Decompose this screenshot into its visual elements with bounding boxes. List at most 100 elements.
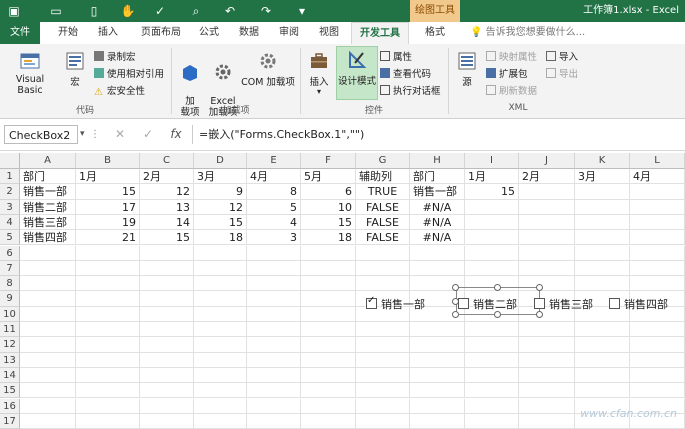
cell-i17[interactable] [465, 413, 519, 429]
tab-data[interactable]: 数据 [234, 22, 264, 44]
properties-button[interactable]: 属性 [380, 50, 412, 65]
cell-b7[interactable] [76, 260, 140, 277]
cell-l8[interactable] [630, 276, 685, 292]
cell-b16[interactable] [76, 398, 140, 414]
cell-j4[interactable] [519, 214, 575, 231]
cell-i15[interactable] [465, 383, 519, 399]
insert-function-icon[interactable]: fx [166, 125, 186, 144]
column-header-i[interactable]: I [465, 153, 519, 169]
cell-f7[interactable] [301, 260, 356, 277]
cell-b14[interactable] [76, 367, 140, 384]
cell-b4[interactable]: 19 [76, 214, 140, 231]
cell-d17[interactable] [194, 413, 247, 429]
cell-c13[interactable] [140, 352, 194, 368]
cell-c2[interactable]: 12 [140, 184, 194, 200]
enter-icon[interactable]: ✓ [138, 125, 158, 144]
cell-c8[interactable] [140, 276, 194, 292]
resize-handle[interactable] [494, 284, 501, 291]
cell-e11[interactable] [247, 322, 301, 338]
cell-b11[interactable] [76, 322, 140, 338]
cell-i11[interactable] [465, 322, 519, 338]
cell-e4[interactable]: 4 [247, 214, 301, 231]
cell-h7[interactable] [410, 260, 465, 277]
undo-icon[interactable]: ↶ [222, 3, 238, 19]
cell-g2[interactable]: TRUE [356, 184, 410, 200]
cell-h4[interactable]: #N/A [410, 214, 465, 231]
cell-k4[interactable] [575, 214, 630, 231]
cell-a5[interactable]: 销售四部 [20, 230, 76, 246]
cell-a1[interactable]: 部门 [20, 169, 76, 185]
cell-j11[interactable] [519, 322, 575, 338]
design-mode-button[interactable]: 设计模式 [336, 46, 378, 100]
column-header-j[interactable]: J [519, 153, 575, 169]
cell-b8[interactable] [76, 276, 140, 292]
xml-import-button[interactable]: 导入 [546, 50, 578, 65]
cell-a12[interactable] [20, 337, 76, 353]
row-header-2[interactable]: 2 [0, 184, 20, 200]
cell-j5[interactable] [519, 230, 575, 246]
cell-a10[interactable] [20, 306, 76, 322]
row-header-7[interactable]: 7 [0, 260, 20, 277]
cell-j2[interactable] [519, 184, 575, 200]
cell-e8[interactable] [247, 276, 301, 292]
cell-e10[interactable] [247, 306, 301, 322]
tab-format[interactable]: 格式 [410, 22, 460, 44]
cell-j13[interactable] [519, 352, 575, 368]
cell-a4[interactable]: 销售三部 [20, 214, 76, 231]
row-header-5[interactable]: 5 [0, 230, 20, 246]
expansion-packs-button[interactable]: 扩展包 [486, 67, 528, 82]
cell-g8[interactable] [356, 276, 410, 292]
cell-c7[interactable] [140, 260, 194, 277]
cell-k1[interactable]: 3月 [575, 169, 630, 185]
cell-f6[interactable] [301, 245, 356, 261]
cell-a11[interactable] [20, 322, 76, 338]
cell-e17[interactable] [247, 413, 301, 429]
cell-g11[interactable] [356, 322, 410, 338]
cell-i6[interactable] [465, 245, 519, 261]
cell-k2[interactable] [575, 184, 630, 200]
cell-h3[interactable]: #N/A [410, 199, 465, 215]
cell-l1[interactable]: 4月 [630, 169, 685, 185]
cell-l6[interactable] [630, 245, 685, 261]
cell-c14[interactable] [140, 367, 194, 384]
cell-b6[interactable] [76, 245, 140, 261]
cell-f17[interactable] [301, 413, 356, 429]
cell-g5[interactable]: FALSE [356, 230, 410, 246]
cell-g16[interactable] [356, 398, 410, 414]
cell-d7[interactable] [194, 260, 247, 277]
refresh-data-button[interactable]: 刷新数据 [486, 84, 537, 99]
resize-handle[interactable] [536, 284, 543, 291]
column-header-b[interactable]: B [76, 153, 140, 169]
cell-e3[interactable]: 5 [247, 199, 301, 215]
cell-f11[interactable] [301, 322, 356, 338]
cell-l5[interactable] [630, 230, 685, 246]
cell-f5[interactable]: 18 [301, 230, 356, 246]
cell-d11[interactable] [194, 322, 247, 338]
column-header-e[interactable]: E [247, 153, 301, 169]
column-header-c[interactable]: C [140, 153, 194, 169]
row-header-6[interactable]: 6 [0, 245, 20, 261]
tab-page-layout[interactable]: 页面布局 [134, 22, 188, 44]
spelling-icon[interactable]: ✓ [152, 3, 168, 19]
cell-f3[interactable]: 10 [301, 199, 356, 215]
row-header-15[interactable]: 15 [0, 383, 20, 399]
cell-e15[interactable] [247, 383, 301, 399]
macro-security-button[interactable]: ⚠ 宏安全性 [94, 84, 145, 99]
column-header-a[interactable]: A [20, 153, 76, 169]
cell-l13[interactable] [630, 352, 685, 368]
cell-e16[interactable] [247, 398, 301, 414]
redo-icon[interactable]: ↷ [258, 3, 274, 19]
cell-d13[interactable] [194, 352, 247, 368]
cell-f4[interactable]: 15 [301, 214, 356, 231]
cell-j1[interactable]: 2月 [519, 169, 575, 185]
cell-f1[interactable]: 5月 [301, 169, 356, 185]
cell-d12[interactable] [194, 337, 247, 353]
cell-e13[interactable] [247, 352, 301, 368]
cell-a2[interactable]: 销售一部 [20, 184, 76, 200]
row-header-1[interactable]: 1 [0, 169, 20, 185]
cell-a8[interactable] [20, 276, 76, 292]
cell-j17[interactable] [519, 413, 575, 429]
macros-button[interactable]: 宏 [62, 48, 88, 100]
cell-g4[interactable]: FALSE [356, 214, 410, 231]
cell-f8[interactable] [301, 276, 356, 292]
